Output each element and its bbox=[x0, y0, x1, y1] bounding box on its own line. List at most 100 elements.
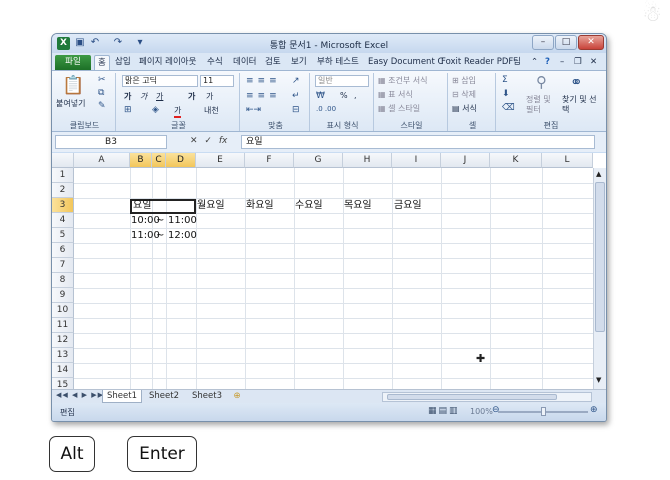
border-icon[interactable]: ⊞ bbox=[124, 105, 132, 115]
scroll-down-icon[interactable]: ▼ bbox=[596, 376, 601, 384]
select-all-corner[interactable] bbox=[52, 153, 74, 168]
cell-c4[interactable]: ~ bbox=[156, 214, 164, 228]
zoom-slider-thumb[interactable] bbox=[541, 407, 546, 416]
view-mode-icons[interactable]: ▦▤▥ bbox=[428, 406, 460, 416]
currency-icon[interactable]: ₩ bbox=[316, 91, 325, 101]
shrink-font-button[interactable]: 가 bbox=[206, 91, 213, 102]
ribbon-minimize-icon[interactable]: ⌃ bbox=[528, 55, 541, 70]
bold-button[interactable]: 가 bbox=[124, 91, 131, 102]
cell-e3[interactable]: 월요일 bbox=[197, 199, 225, 213]
font-name-select[interactable]: 맑은 고딕 bbox=[122, 75, 198, 87]
cell-c5[interactable]: ~ bbox=[156, 229, 164, 243]
sheet-nav-icons[interactable]: ◀◀ ◀ ▶ ▶▶ bbox=[56, 391, 104, 399]
horizontal-scroll-thumb[interactable] bbox=[387, 394, 557, 400]
row-header[interactable]: 4 bbox=[52, 213, 74, 228]
row-header[interactable]: 6 bbox=[52, 243, 74, 258]
column-header[interactable]: A bbox=[74, 153, 130, 168]
tab-view[interactable]: 보기 bbox=[288, 55, 310, 70]
sheet-tab-1[interactable]: Sheet1 bbox=[102, 390, 142, 403]
close-button[interactable]: ✕ bbox=[578, 35, 604, 50]
column-header[interactable]: F bbox=[245, 153, 294, 168]
row-header[interactable]: 14 bbox=[52, 363, 74, 378]
tab-home[interactable]: 홈 bbox=[94, 55, 110, 70]
cell-d5[interactable]: 12:00 bbox=[168, 229, 197, 243]
column-header[interactable]: C bbox=[152, 153, 166, 168]
workbook-close-icon[interactable]: ✕ bbox=[587, 55, 600, 70]
conditional-format-button[interactable]: ▦ 조건부 서식 bbox=[378, 75, 427, 86]
vertical-scroll-thumb[interactable] bbox=[595, 182, 605, 332]
decimal-icons[interactable]: .0 .00 bbox=[316, 105, 336, 113]
comma-button[interactable]: , bbox=[354, 91, 357, 100]
workbook-minimize-icon[interactable]: – bbox=[557, 55, 567, 70]
column-header[interactable]: H bbox=[343, 153, 392, 168]
row-header[interactable]: 1 bbox=[52, 168, 74, 183]
insert-function-icon[interactable]: fx bbox=[219, 136, 228, 146]
scroll-up-icon[interactable]: ▲ bbox=[596, 170, 601, 178]
column-header[interactable]: G bbox=[294, 153, 343, 168]
column-header[interactable]: K bbox=[490, 153, 542, 168]
tab-formulas[interactable]: 수식 bbox=[204, 55, 226, 70]
row-header[interactable]: 7 bbox=[52, 258, 74, 273]
column-header[interactable]: J bbox=[441, 153, 490, 168]
find-select-button[interactable]: 찾기 및 선택 bbox=[562, 95, 598, 115]
format-cells-button[interactable]: ▤ 서식 bbox=[452, 103, 477, 114]
tab-foxit-reader[interactable]: Foxit Reader PDF bbox=[438, 55, 516, 70]
fill-color-icon[interactable]: ◈ bbox=[152, 105, 159, 115]
horizontal-scrollbar[interactable] bbox=[382, 392, 592, 402]
row-header[interactable]: 15 bbox=[52, 378, 74, 389]
enter-icon[interactable]: ✓ bbox=[204, 136, 212, 146]
tab-insert[interactable]: 삽입 bbox=[112, 55, 134, 70]
tab-easy-document[interactable]: Easy Document C bbox=[365, 55, 446, 70]
underline-button[interactable]: 가 bbox=[156, 91, 163, 102]
font-size-select[interactable]: 11 bbox=[200, 75, 234, 87]
cut-icon[interactable]: ✂ bbox=[98, 75, 106, 85]
column-header[interactable]: E bbox=[196, 153, 245, 168]
zoom-in-icon[interactable]: ⊕ bbox=[590, 405, 598, 415]
row-header[interactable]: 8 bbox=[52, 273, 74, 288]
sort-filter-button[interactable]: 정렬 및 필터 bbox=[526, 95, 558, 115]
align-top-icons[interactable]: ≡≡≡ bbox=[246, 76, 281, 86]
tab-load-test[interactable]: 부하 테스트 bbox=[314, 55, 362, 70]
format-painter-icon[interactable]: ✎ bbox=[98, 101, 106, 111]
column-header[interactable]: I bbox=[392, 153, 441, 168]
delete-cells-button[interactable]: ⊟ 삭제 bbox=[452, 89, 476, 100]
paste-icon[interactable]: 📋 bbox=[62, 75, 84, 96]
column-header[interactable]: B bbox=[130, 153, 152, 168]
cell-g3[interactable]: 수요일 bbox=[295, 199, 323, 213]
cancel-icon[interactable]: ✕ bbox=[190, 136, 198, 146]
column-header[interactable]: D bbox=[166, 153, 196, 168]
row-header[interactable]: 12 bbox=[52, 333, 74, 348]
cell-i3[interactable]: 금요일 bbox=[394, 199, 422, 213]
tab-page-layout[interactable]: 페이지 레이아웃 bbox=[136, 55, 199, 70]
tab-file[interactable]: 파일 bbox=[55, 55, 91, 70]
row-header[interactable]: 5 bbox=[52, 228, 74, 243]
cell-styles-button[interactable]: ▦ 셀 스타일 bbox=[378, 103, 420, 114]
formula-input[interactable]: 요일 bbox=[241, 135, 595, 149]
row-header[interactable]: 9 bbox=[52, 288, 74, 303]
maximize-button[interactable]: □ bbox=[555, 35, 577, 50]
tab-data[interactable]: 데이터 bbox=[230, 55, 259, 70]
autosum-icon[interactable]: Σ bbox=[502, 75, 508, 85]
zoom-level[interactable]: 100% bbox=[470, 407, 493, 416]
wrap-text-icon[interactable]: ↵ bbox=[292, 91, 300, 101]
column-header[interactable]: L bbox=[542, 153, 593, 168]
insert-cells-button[interactable]: ⊞ 삽입 bbox=[452, 75, 476, 86]
format-as-table-button[interactable]: ▦ 표 서식 bbox=[378, 89, 413, 100]
number-format-select[interactable]: 일반 bbox=[315, 75, 369, 87]
phonetic-button[interactable]: 내천 bbox=[204, 105, 219, 116]
workbook-restore-icon[interactable]: ❐ bbox=[571, 55, 585, 70]
name-box[interactable]: B3 bbox=[55, 135, 167, 149]
indent-icon[interactable]: ⇤⇥ bbox=[246, 105, 261, 115]
merge-center-icon[interactable]: ⊟ bbox=[292, 105, 300, 115]
orientation-icon[interactable]: ↗ bbox=[292, 76, 300, 86]
cell-d4[interactable]: 11:00 bbox=[168, 214, 197, 228]
tab-team[interactable]: 팀 bbox=[510, 55, 524, 70]
tab-review[interactable]: 검토 bbox=[262, 55, 284, 70]
sheet-tab-2[interactable]: Sheet2 bbox=[144, 390, 184, 403]
row-header[interactable]: 13 bbox=[52, 348, 74, 363]
cell-b3[interactable]: 요일 bbox=[133, 199, 151, 213]
minimize-button[interactable]: – bbox=[532, 35, 554, 50]
row-header[interactable]: 10 bbox=[52, 303, 74, 318]
align-left-icons[interactable]: ≡≡≡ bbox=[246, 91, 281, 101]
percent-button[interactable]: % bbox=[340, 91, 348, 100]
